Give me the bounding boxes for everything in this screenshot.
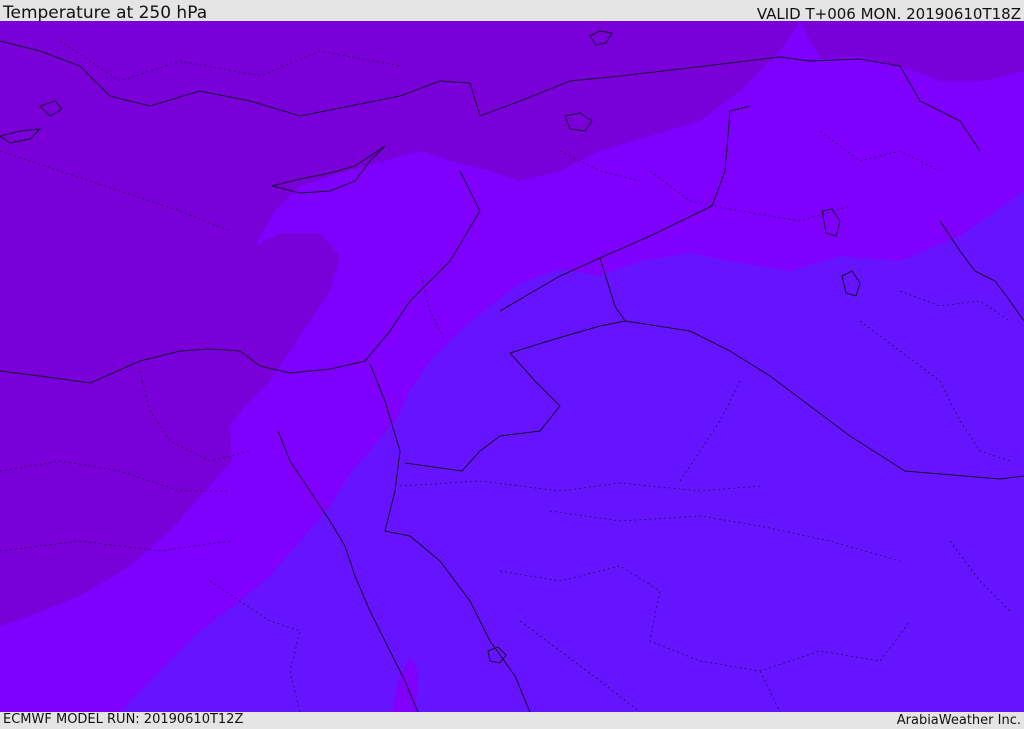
- credit-label: ArabiaWeather Inc.: [896, 713, 1021, 728]
- header-bar: Temperature at 250 hPa VALID T+006 MON. …: [0, 0, 1024, 23]
- map-viewer: Temperature at 250 hPa VALID T+006 MON. …: [0, 0, 1024, 729]
- map-title: Temperature at 250 hPa: [3, 3, 208, 23]
- model-run-label: ECMWF MODEL RUN: 20190610T12Z: [3, 712, 244, 727]
- footer-bar: ECMWF MODEL RUN: 20190610T12Z ArabiaWeat…: [0, 712, 1024, 729]
- temperature-map: [0, 21, 1024, 712]
